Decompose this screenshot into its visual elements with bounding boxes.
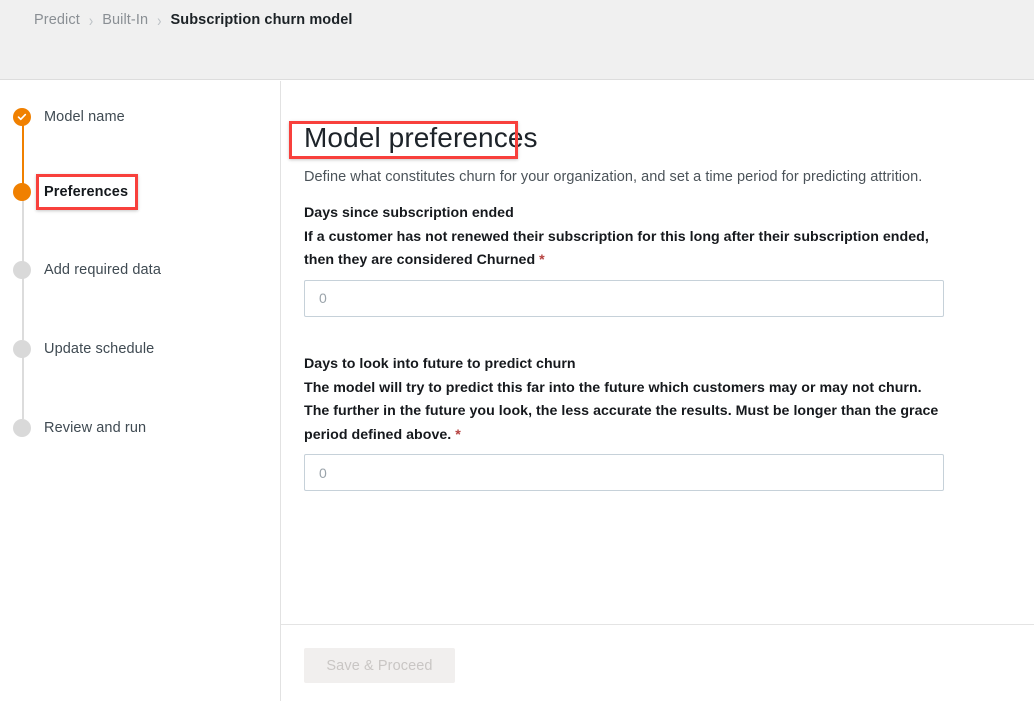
step-connector-1 [21,125,24,189]
breadcrumb-item-predict[interactable]: Predict [34,12,80,28]
sidebar-item-label: Review and run [44,420,147,436]
field-description: The model will try to predict this far i… [304,379,939,443]
sidebar-item-label: Update schedule [44,341,155,357]
field-label: Days since subscription ended If a custo… [304,205,929,268]
pending-step-dot-icon [13,419,31,437]
days-to-look-into-future-input[interactable] [304,454,944,491]
breadcrumb-item-built-in[interactable]: Built-In [102,12,148,28]
field-label: Days to look into future to predict chur… [304,356,938,443]
required-marker: * [455,426,461,443]
sidebar-item-label: Model name [44,109,125,125]
main-content: Model preferences Define what constitute… [281,81,1034,624]
sidebar-item-label: Add required data [44,262,161,278]
form-footer: Save & Proceed [281,624,1034,701]
pending-step-dot-icon [13,261,31,279]
step-connector-2 [21,200,24,262]
field-days-to-look-into-future: Days to look into future to predict chur… [304,353,944,491]
chevron-right-icon: › [157,10,162,30]
check-circle-icon [13,108,31,126]
page-header: Predict › Built-In › Subscription churn … [0,0,1034,80]
field-days-since-subscription-ended: Days since subscription ended If a custo… [304,202,944,317]
field-description: If a customer has not renewed their subs… [304,228,929,269]
pending-step-dot-icon [13,340,31,358]
chevron-right-icon: › [88,10,94,30]
save-and-proceed-button[interactable]: Save & Proceed [304,648,455,683]
days-since-subscription-ended-input[interactable] [304,279,944,317]
step-connector-3 [21,278,24,340]
current-step-dot-icon [13,183,31,201]
app-window: Predict › Built-In › Subscription churn … [0,0,1034,701]
required-marker: * [539,252,545,268]
field-title: Days since subscription ended [304,205,514,221]
step-connector-4 [21,357,24,419]
breadcrumb-item-current: Subscription churn model [170,12,353,28]
sidebar-item-label: Preferences [44,184,129,200]
field-title: Days to look into future to predict chur… [304,356,576,372]
wizard-sidebar: Model name Preferences Add required data… [0,81,281,701]
page-title: Model preferences [304,122,538,153]
breadcrumb: Predict › Built-In › Subscription churn … [34,9,353,31]
page-subtitle: Define what constitutes churn for your o… [304,169,923,185]
